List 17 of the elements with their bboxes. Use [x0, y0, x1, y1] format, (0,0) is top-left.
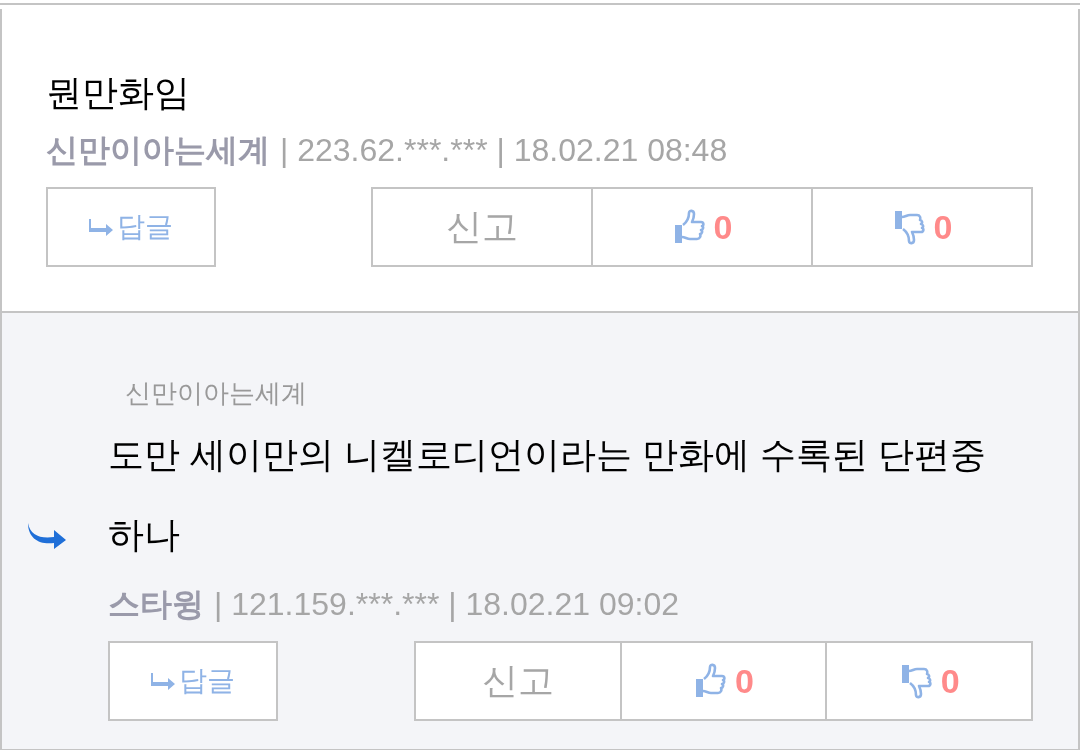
comment-details: | 121.159.***.*** | 18.02.21 09:02	[214, 585, 679, 624]
reply-button[interactable]: 답글	[46, 187, 216, 267]
report-button[interactable]: 신고	[373, 189, 593, 265]
author-name: 신만이아는세계	[46, 131, 270, 170]
comment-text: 뭔만화임	[46, 71, 191, 115]
reply-arrow-icon	[151, 672, 177, 690]
author-name: 스타윙	[108, 585, 204, 624]
like-button[interactable]: 0	[593, 189, 813, 265]
reply-arrow-icon	[89, 218, 115, 236]
dislike-button[interactable]: 0	[813, 189, 1031, 265]
comment-text: 도만 세이만의 니켈로디언이라는 만화에 수록된 단편중 하나	[108, 433, 987, 557]
like-button[interactable]: 0	[621, 643, 828, 719]
report-button[interactable]: 신고	[416, 643, 622, 719]
dislike-button[interactable]: 0	[827, 643, 1031, 719]
comment-details: | 223.62.***.*** | 18.02.21 08:48	[280, 131, 728, 170]
reply-to-name: 신만이아는세계	[124, 377, 308, 410]
reply-button[interactable]: 답글	[108, 641, 278, 721]
